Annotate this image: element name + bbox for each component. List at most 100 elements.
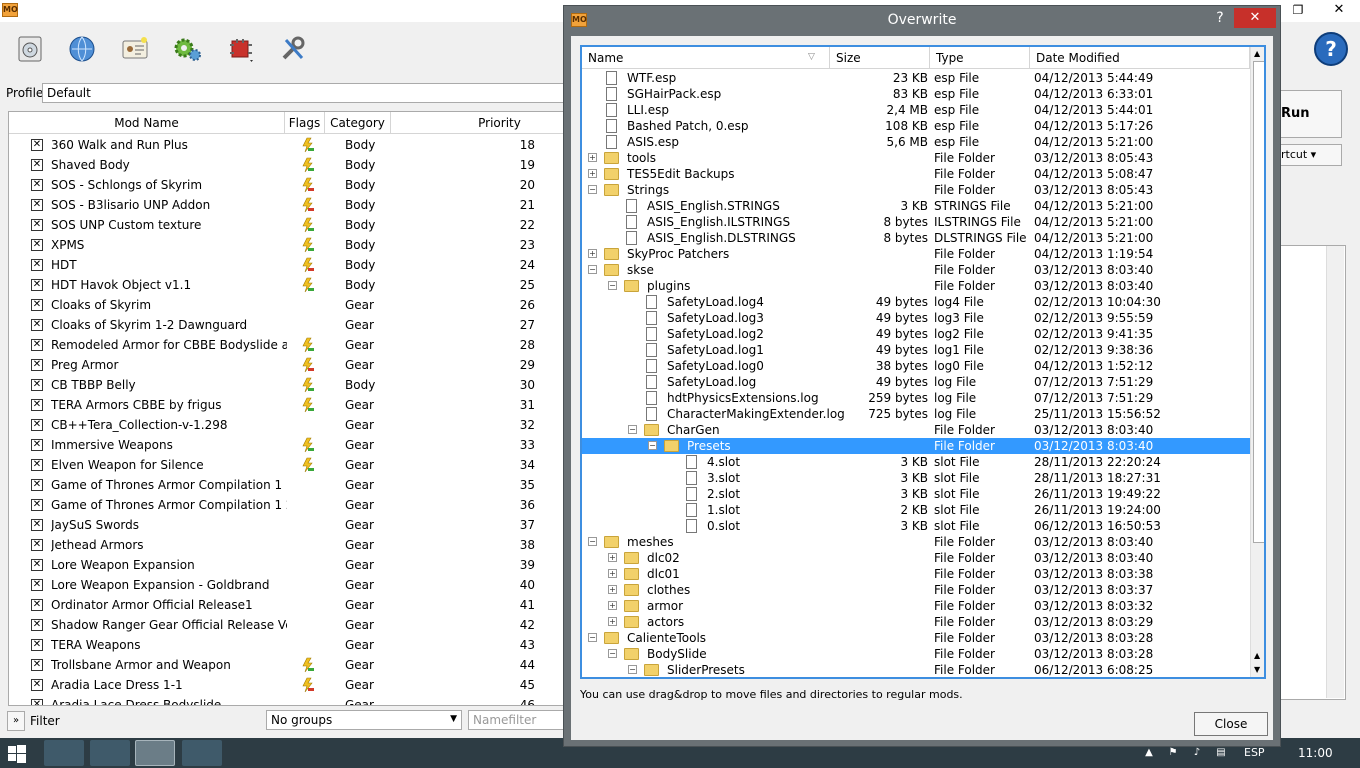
tray-clock[interactable]: 11:00 — [1298, 746, 1333, 760]
expand-icon[interactable]: + — [608, 569, 617, 578]
mod-enabled-checkbox[interactable]: ✕ — [31, 399, 43, 411]
mod-enabled-checkbox[interactable]: ✕ — [31, 499, 43, 511]
collapse-icon[interactable]: − — [588, 265, 597, 274]
expand-icon[interactable]: + — [608, 553, 617, 562]
scroll-thumb[interactable] — [1253, 61, 1264, 543]
collapse-icon[interactable]: − — [628, 665, 637, 674]
mod-row[interactable]: ✕ Shaved Body Body 19 — [9, 155, 563, 175]
column-type[interactable]: Type — [930, 47, 1030, 69]
column-flags[interactable]: Flags — [285, 112, 325, 134]
tree-file-row[interactable]: 2.slot 3 KB slot File 26/11/2013 19:49:22 — [582, 486, 1250, 502]
namefilter-input[interactable]: Namefilter — [468, 710, 568, 730]
mod-enabled-checkbox[interactable]: ✕ — [31, 259, 43, 271]
tree-folder-row[interactable]: − plugins File Folder 03/12/2013 8:03:40 — [582, 278, 1250, 294]
tree-file-row[interactable]: CharacterMakingExtender.log 725 bytes log … — [582, 406, 1250, 422]
mod-row[interactable]: ✕ HDT Body 24 — [9, 255, 563, 275]
dialog-help-button[interactable]: ? — [1212, 10, 1228, 30]
tree-file-row[interactable]: SafetyLoad.log3 49 bytes log3 File 02/12/20… — [582, 310, 1250, 326]
executables-gears-icon[interactable] — [170, 32, 204, 66]
tree-file-row[interactable]: Bashed Patch, 0.esp 108 KB esp File 04/12/2… — [582, 118, 1250, 134]
taskbar-browser-icon[interactable] — [44, 740, 84, 766]
mod-row[interactable]: ✕ Aradia Lace Dress Bodyslide Gear 46 — [9, 695, 563, 705]
mod-row[interactable]: ✕ Cloaks of Skyrim Gear 26 — [9, 295, 563, 315]
mod-row[interactable]: ✕ Immersive Weapons Gear 33 — [9, 435, 563, 455]
tree-file-row[interactable]: WTF.esp 23 KB esp File 04/12/2013 5:44:49 — [582, 70, 1250, 86]
mod-row[interactable]: ✕ Lore Weapon Expansion - Goldbrand Gear 40 — [9, 575, 563, 595]
mod-row[interactable]: ✕ Jethead Armors Gear 38 — [9, 535, 563, 555]
tray-flag-icon[interactable]: ⚑ — [1166, 747, 1180, 759]
mod-row[interactable]: ✕ Shadow Ranger Gear Official Release Ver… — [9, 615, 563, 635]
tree-folder-row[interactable]: + actors File Folder 03/12/2013 8:03:29 — [582, 614, 1250, 630]
tree-folder-row[interactable]: + dlc02 File Folder 03/12/2013 8:03:40 — [582, 550, 1250, 566]
tree-file-row[interactable]: SafetyLoad.log4 49 bytes log4 File 02/12/20… — [582, 294, 1250, 310]
taskbar-app-icon[interactable] — [182, 740, 222, 766]
mod-row[interactable]: ✕ Aradia Lace Dress 1-1 Gear 45 — [9, 675, 563, 695]
collapse-icon[interactable]: − — [628, 425, 637, 434]
scroll-up-icon[interactable]: ▲ — [1254, 49, 1260, 58]
collapse-icon[interactable]: − — [648, 441, 657, 450]
mod-list-table[interactable]: Mod Name Flags Category Priority ✕ 360 Wa… — [8, 111, 564, 706]
tree-folder-row[interactable]: − CalienteTools File Folder 03/12/2013 8:03… — [582, 630, 1250, 646]
right-panel-scrollbar[interactable] — [1326, 246, 1344, 698]
tray-language[interactable]: ESP — [1244, 746, 1265, 759]
mod-row[interactable]: ✕ SOS UNP Custom texture Body 22 — [9, 215, 563, 235]
tree-folder-row[interactable]: + TES5Edit Backups File Folder 04/12/2013 5… — [582, 166, 1250, 182]
mod-row[interactable]: ✕ HDT Havok Object v1.1 Body 25 — [9, 275, 563, 295]
mod-enabled-checkbox[interactable]: ✕ — [31, 699, 43, 705]
tray-network-icon[interactable]: ▤ — [1214, 747, 1228, 759]
column-date-modified[interactable]: Date Modified — [1030, 47, 1250, 69]
windows-start-icon[interactable] — [8, 745, 26, 763]
mod-row[interactable]: ✕ Game of Thrones Armor Compilation 1 2 .… — [9, 495, 563, 515]
tree-file-row[interactable]: 4.slot 3 KB slot File 28/11/2013 22:20:24 — [582, 454, 1250, 470]
mod-enabled-checkbox[interactable]: ✕ — [31, 479, 43, 491]
mod-enabled-checkbox[interactable]: ✕ — [31, 579, 43, 591]
tree-folder-row[interactable]: − BodySlide File Folder 03/12/2013 8:03:28 — [582, 646, 1250, 662]
column-mod-name[interactable]: Mod Name — [9, 112, 285, 134]
tray-volume-icon[interactable]: ♪ — [1190, 747, 1204, 759]
tree-folder-row[interactable]: + dlc01 File Folder 03/12/2013 8:03:38 — [582, 566, 1250, 582]
tree-folder-row[interactable]: − meshes File Folder 03/12/2013 8:03:40 — [582, 534, 1250, 550]
expand-icon[interactable]: + — [608, 601, 617, 610]
expand-icon[interactable]: + — [608, 585, 617, 594]
mod-enabled-checkbox[interactable]: ✕ — [31, 679, 43, 691]
tree-folder-row[interactable]: + clothes File Folder 03/12/2013 8:03:37 — [582, 582, 1250, 598]
file-tree[interactable]: Name ▽ Size Type Date Modified WTF.esp 23… — [580, 45, 1266, 679]
mod-enabled-checkbox[interactable]: ✕ — [31, 439, 43, 451]
scroll-up-icon[interactable]: ▲ — [1254, 651, 1260, 660]
tree-file-row[interactable]: SafetyLoad.log 49 bytes log File 07/12/2013… — [582, 374, 1250, 390]
mod-row[interactable]: ✕ CB++Tera_Collection-v-1.298 Gear 32 — [9, 415, 563, 435]
mod-enabled-checkbox[interactable]: ✕ — [31, 619, 43, 631]
close-button[interactable]: Close — [1194, 712, 1268, 736]
help-button[interactable]: ? — [1314, 32, 1348, 66]
restore-window-button[interactable]: ❐ — [1284, 0, 1312, 20]
tree-file-row[interactable]: SafetyLoad.log2 49 bytes log2 File 02/12/20… — [582, 326, 1250, 342]
mod-row[interactable]: ✕ SOS - Schlongs of Skyrim Body 20 — [9, 175, 563, 195]
expand-icon[interactable]: + — [608, 617, 617, 626]
mod-enabled-checkbox[interactable]: ✕ — [31, 179, 43, 191]
collapse-icon[interactable]: − — [588, 633, 597, 642]
mod-enabled-checkbox[interactable]: ✕ — [31, 339, 43, 351]
tree-file-row[interactable]: ASIS.esp 5,6 MB esp File 04/12/2013 5:21:00 — [582, 134, 1250, 150]
scroll-down-icon[interactable]: ▼ — [1254, 665, 1260, 674]
settings-wrench-icon[interactable] — [276, 32, 310, 66]
mod-row[interactable]: ✕ Ordinator Armor Official Release1 Gear 41 — [9, 595, 563, 615]
tree-file-row[interactable]: ASIS_English.STRINGS 3 KB STRINGS File 04/1… — [582, 198, 1250, 214]
install-mod-icon[interactable] — [13, 32, 47, 66]
tree-file-row[interactable]: LLI.esp 2,4 MB esp File 04/12/2013 5:44:01 — [582, 102, 1250, 118]
mod-enabled-checkbox[interactable]: ✕ — [31, 199, 43, 211]
mod-row[interactable]: ✕ Elven Weapon for Silence Gear 34 — [9, 455, 563, 475]
tree-file-row[interactable]: 0.slot 3 KB slot File 06/12/2013 16:50:53 — [582, 518, 1250, 534]
tree-file-row[interactable]: SafetyLoad.log0 38 bytes log0 File 04/12/20… — [582, 358, 1250, 374]
mod-enabled-checkbox[interactable]: ✕ — [31, 319, 43, 331]
tree-folder-row[interactable]: − SliderPresets File Folder 06/12/2013 6:08… — [582, 662, 1250, 677]
collapse-icon[interactable]: − — [588, 185, 597, 194]
mod-enabled-checkbox[interactable]: ✕ — [31, 599, 43, 611]
column-category[interactable]: Category — [325, 112, 391, 134]
taskbar-mod-organizer-icon[interactable] — [135, 740, 175, 766]
tree-file-row[interactable]: SafetyLoad.log1 49 bytes log1 File 02/12/20… — [582, 342, 1250, 358]
mod-enabled-checkbox[interactable]: ✕ — [31, 519, 43, 531]
mod-enabled-checkbox[interactable]: ✕ — [31, 159, 43, 171]
mod-row[interactable]: ✕ TERA Weapons Gear 43 — [9, 635, 563, 655]
tree-file-row[interactable]: 3.slot 3 KB slot File 28/11/2013 18:27:31 — [582, 470, 1250, 486]
mod-row[interactable]: ✕ Trollsbane Armor and Weapon Gear 44 — [9, 655, 563, 675]
